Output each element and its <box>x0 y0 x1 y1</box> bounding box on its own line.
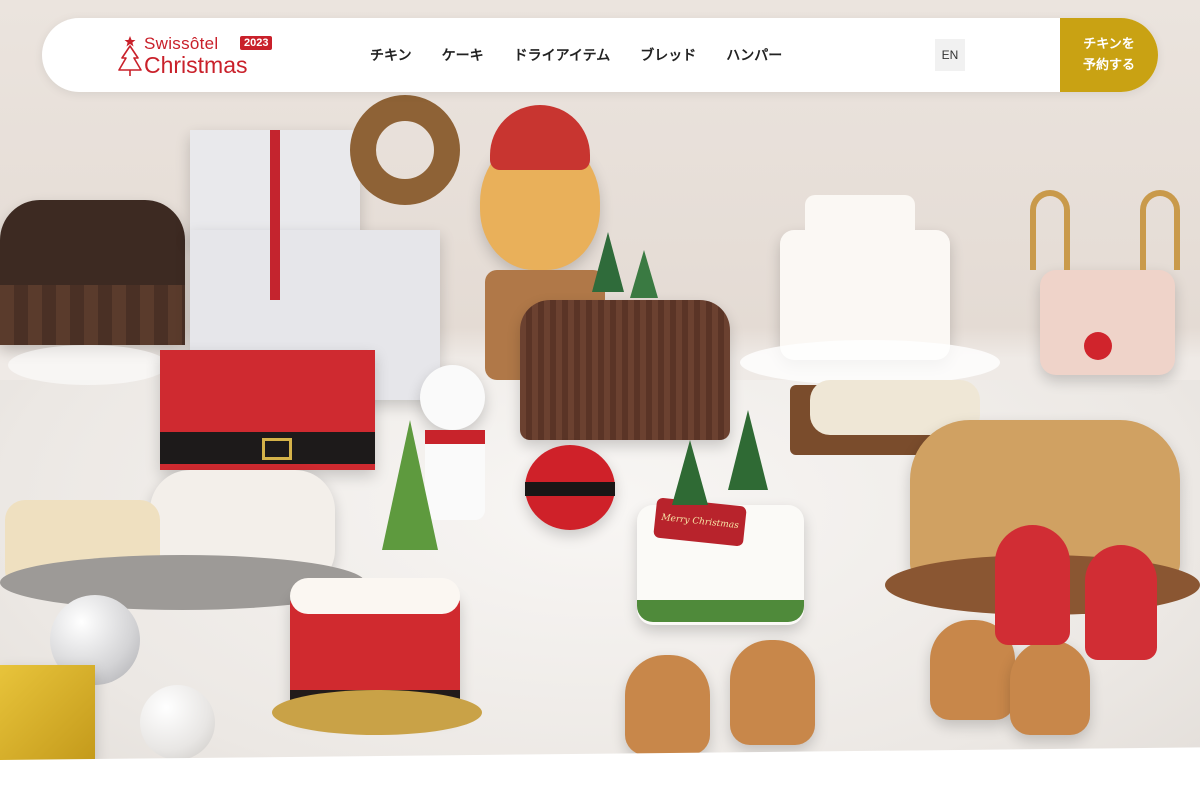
panettone-wrap <box>0 285 185 345</box>
nav-item-cake[interactable]: ケーキ <box>442 45 484 65</box>
brand-name-top: Swissôtel <box>144 34 219 53</box>
site-header: Swissôtel 2023 Christmas チキン ケーキ ドライアイテム… <box>42 18 1158 92</box>
wreath <box>350 95 460 205</box>
shortcake-top <box>805 195 915 255</box>
santa-cookie-2 <box>1085 545 1157 660</box>
brand-name-main: Christmas <box>144 52 248 78</box>
gingerbread-cookie-4 <box>1010 640 1090 735</box>
nav-item-dry-items[interactable]: ドライアイテム <box>514 45 611 65</box>
gold-gift <box>0 665 95 760</box>
buche-tree-1 <box>592 232 624 292</box>
santa-cookie-1 <box>995 525 1070 645</box>
shortcake-tree-2 <box>728 410 768 490</box>
reindeer-antler-left <box>1030 190 1070 270</box>
reserve-chicken-button[interactable]: チキンを 予約する <box>1060 18 1158 92</box>
reindeer-nose <box>1084 332 1112 360</box>
gingerbread-cookie-1 <box>625 655 710 755</box>
cake-stand-left <box>8 345 168 385</box>
cta-line-2: 予約する <box>1082 58 1135 73</box>
gingerbread-cookie-2 <box>730 640 815 745</box>
language-switch-button[interactable]: EN <box>935 39 965 71</box>
gold-board-front <box>272 690 482 735</box>
green-tree-cake <box>382 420 438 550</box>
nav-item-hamper[interactable]: ハンパー <box>726 45 782 65</box>
brand-logo[interactable]: Swissôtel 2023 Christmas <box>116 32 286 82</box>
gift-ribbon <box>270 130 280 300</box>
reindeer-antler-right <box>1140 190 1180 270</box>
reindeer-cake <box>1040 270 1175 375</box>
brand-year-badge: 2023 <box>240 36 273 50</box>
plaque-text: Merry Christmas <box>660 512 740 532</box>
nav-item-chicken[interactable]: チキン <box>370 45 412 65</box>
hero-image: Merry Christmas <box>0 0 1200 780</box>
buche-de-noel <box>520 300 730 440</box>
nav-item-bread[interactable]: ブレッド <box>640 45 696 65</box>
ornament-pearl <box>140 685 215 760</box>
christmas-tree-icon <box>118 36 142 76</box>
cake-plate-center <box>740 340 1000 385</box>
shortcake-base <box>637 600 804 622</box>
main-nav: チキン ケーキ ドライアイテム ブレッド ハンパー <box>370 18 812 92</box>
shortcake-tree-1 <box>672 440 708 505</box>
santa-mini-cream <box>290 578 460 614</box>
santa-bread-hat <box>490 105 590 170</box>
buche-tree-2 <box>630 250 658 298</box>
dome-belt <box>525 482 615 496</box>
cta-line-1: チキンを <box>1083 37 1135 52</box>
santa-box-buckle <box>262 438 292 460</box>
